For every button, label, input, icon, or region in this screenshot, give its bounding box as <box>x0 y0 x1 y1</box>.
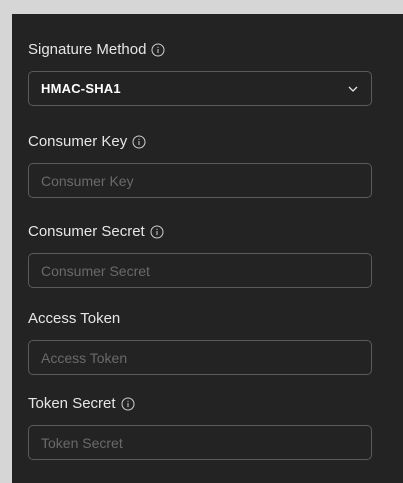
token-secret-field-wrapper <box>28 425 372 460</box>
access-token-group: Access Token <box>28 309 372 375</box>
consumer-key-label-row: Consumer Key <box>28 132 372 152</box>
consumer-key-input[interactable] <box>29 164 371 197</box>
token-secret-group: Token Secret <box>28 394 372 460</box>
info-icon[interactable] <box>150 225 164 239</box>
signature-method-label-row: Signature Method <box>28 40 372 60</box>
token-secret-label-row: Token Secret <box>28 394 372 414</box>
info-icon[interactable] <box>132 135 146 149</box>
token-secret-label: Token Secret <box>28 395 116 412</box>
consumer-key-label: Consumer Key <box>28 133 128 150</box>
consumer-secret-label: Consumer Secret <box>28 223 145 240</box>
access-token-field-wrapper <box>28 340 372 375</box>
access-token-label: Access Token <box>28 310 121 327</box>
access-token-label-row: Access Token <box>28 309 372 329</box>
signature-method-label: Signature Method <box>28 41 147 58</box>
info-icon[interactable] <box>121 397 135 411</box>
chevron-down-icon <box>347 84 359 94</box>
consumer-key-group: Consumer Key <box>28 132 372 198</box>
token-secret-input[interactable] <box>29 426 371 459</box>
oauth1-settings-panel: Signature Method HMAC-SHA1 Consumer Key <box>12 14 403 483</box>
signature-method-select[interactable]: HMAC-SHA1 <box>28 71 372 106</box>
signature-method-value: HMAC-SHA1 <box>41 81 121 96</box>
access-token-input[interactable] <box>29 341 371 374</box>
consumer-secret-field-wrapper <box>28 253 372 288</box>
consumer-secret-input[interactable] <box>29 254 371 287</box>
signature-method-group: Signature Method HMAC-SHA1 <box>28 40 372 106</box>
consumer-secret-label-row: Consumer Secret <box>28 222 372 242</box>
consumer-key-field-wrapper <box>28 163 372 198</box>
info-icon[interactable] <box>151 43 165 57</box>
consumer-secret-group: Consumer Secret <box>28 222 372 288</box>
